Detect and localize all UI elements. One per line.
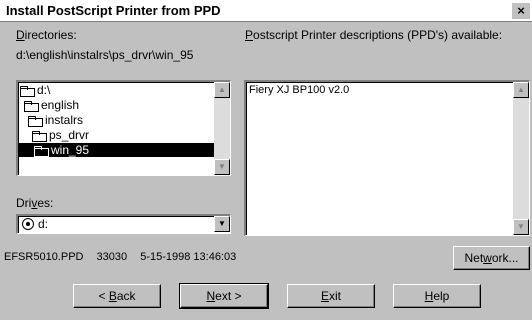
file-name: EFSR5010.PPD bbox=[4, 251, 84, 263]
folder-icon bbox=[20, 85, 35, 97]
close-button[interactable]: × bbox=[512, 3, 530, 19]
folder-icon bbox=[34, 145, 49, 157]
window-title: Install PostScript Printer from PPD bbox=[6, 3, 221, 18]
exit-button[interactable]: Exit bbox=[287, 284, 375, 308]
drive-selected-value: d: bbox=[38, 217, 49, 231]
title-bar[interactable]: Install PostScript Printer from PPD × bbox=[0, 0, 532, 22]
directory-item-ps-drvr[interactable]: ps_drvr bbox=[20, 128, 89, 142]
ppd-list[interactable]: Fiery XJ BP100 v2.0 ▲ ▼ bbox=[244, 80, 530, 236]
scroll-up-button[interactable]: ▲ bbox=[214, 82, 230, 98]
next-button[interactable]: Next > bbox=[179, 283, 269, 309]
current-directory-path: d:\english\instalrs\ps_drvr\win_95 bbox=[16, 48, 194, 62]
directory-item-instalrs[interactable]: instalrs bbox=[20, 113, 83, 127]
close-icon: × bbox=[517, 3, 525, 18]
folder-icon bbox=[32, 130, 47, 142]
network-button[interactable]: Network... bbox=[453, 246, 530, 270]
drives-dropdown-button[interactable]: ▼ bbox=[214, 216, 230, 232]
drive-icon bbox=[22, 218, 34, 230]
directories-label: Directories: bbox=[16, 28, 77, 42]
arrow-up-icon: ▲ bbox=[218, 85, 226, 94]
file-info: EFSR5010.PPD 33030 5-15-1998 13:46:03 bbox=[4, 251, 246, 263]
file-size: 33030 bbox=[96, 251, 128, 263]
scroll-down-button[interactable]: ▼ bbox=[513, 219, 529, 235]
ppd-label: Postscript Printer descriptions (PPD's) … bbox=[245, 28, 503, 42]
folder-icon bbox=[28, 115, 43, 127]
directory-list[interactable]: d:\ english instalrs ps_drvr win_95 ▲ ▼ bbox=[16, 80, 231, 176]
chevron-down-icon: ▼ bbox=[218, 219, 226, 228]
install-ppd-dialog: Install PostScript Printer from PPD × Di… bbox=[0, 0, 532, 320]
back-button[interactable]: < Back bbox=[73, 284, 161, 308]
ppd-scrollbar[interactable]: ▲ ▼ bbox=[513, 82, 529, 235]
scroll-up-button[interactable]: ▲ bbox=[513, 82, 529, 98]
drives-label: Drives: bbox=[16, 196, 54, 210]
file-date: 5-15-1998 13:46:03 bbox=[140, 251, 237, 263]
arrow-down-icon: ▼ bbox=[218, 162, 226, 171]
ppd-list-item[interactable]: Fiery XJ BP100 v2.0 bbox=[249, 84, 349, 96]
help-button[interactable]: Help bbox=[393, 284, 481, 308]
arrow-up-icon: ▲ bbox=[517, 85, 525, 94]
directory-item-english[interactable]: english bbox=[20, 98, 79, 112]
directory-scrollbar[interactable]: ▲ ▼ bbox=[214, 82, 230, 175]
folder-icon bbox=[24, 100, 39, 112]
directory-item-d[interactable]: d:\ bbox=[20, 83, 50, 97]
scroll-down-button[interactable]: ▼ bbox=[214, 159, 230, 175]
drives-combobox[interactable]: d: ▼ bbox=[16, 214, 231, 234]
directory-item-win-95[interactable]: win_95 bbox=[18, 143, 215, 157]
arrow-down-icon: ▼ bbox=[517, 222, 525, 231]
